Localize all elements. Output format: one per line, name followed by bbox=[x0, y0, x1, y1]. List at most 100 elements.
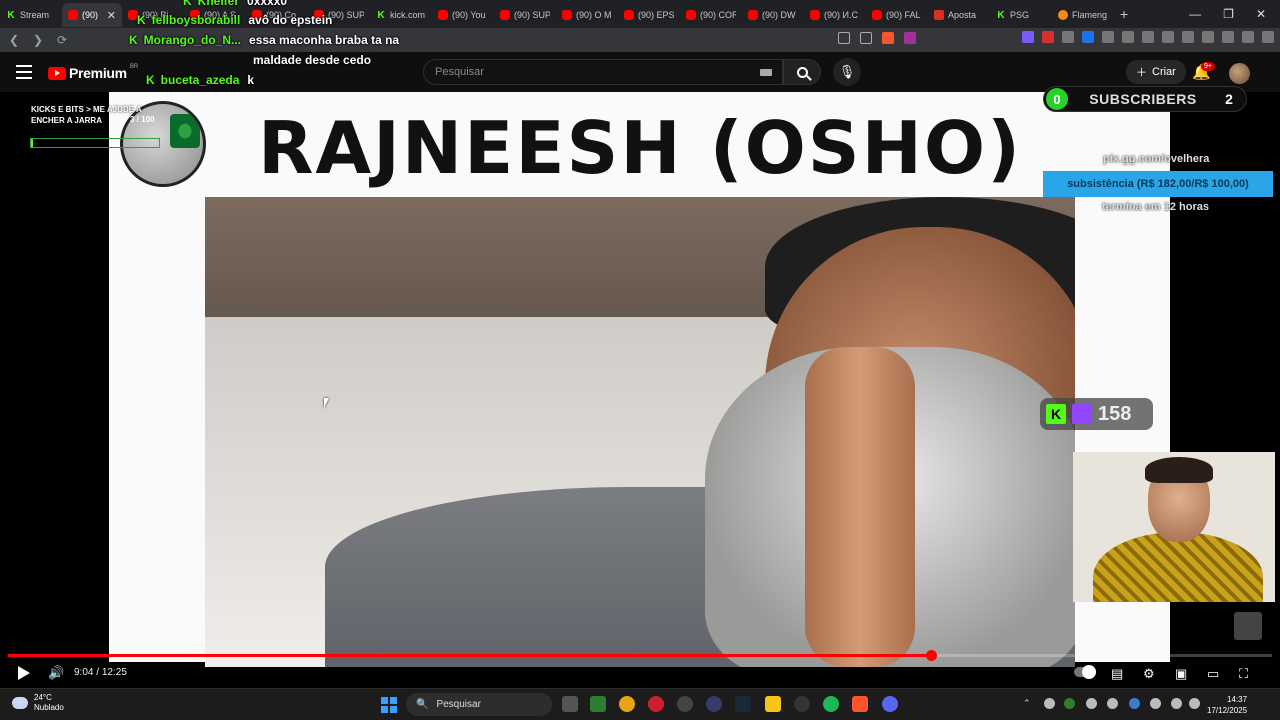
youtube-icon bbox=[872, 10, 882, 20]
youtube-icon bbox=[562, 10, 572, 20]
tray-icon[interactable] bbox=[1086, 698, 1097, 709]
browser-tab[interactable]: K PSG bbox=[990, 3, 1052, 27]
bluetooth-icon[interactable] bbox=[1129, 698, 1140, 709]
extension-icon[interactable] bbox=[1082, 31, 1094, 43]
share-icon[interactable] bbox=[860, 32, 872, 44]
system-clock[interactable]: 14:37 17/12/2025 bbox=[1207, 694, 1247, 716]
hamburger-menu-icon[interactable] bbox=[16, 65, 32, 83]
opera-icon[interactable] bbox=[648, 696, 664, 712]
folder-icon[interactable] bbox=[765, 696, 781, 712]
browser-tab[interactable]: Kkick.com bbox=[370, 3, 432, 27]
close-tab-icon[interactable]: ✕ bbox=[107, 9, 116, 22]
settings-icon[interactable]: ⚙ bbox=[1143, 666, 1155, 682]
volume-icon[interactable]: 🔊 bbox=[48, 665, 64, 681]
progress-bar[interactable] bbox=[8, 650, 1272, 661]
reload-icon[interactable]: ⟳ bbox=[52, 33, 72, 47]
video-photo bbox=[205, 197, 1075, 667]
brave-icon[interactable] bbox=[852, 696, 868, 712]
browser-tab[interactable]: (90) You bbox=[432, 3, 494, 27]
brave-shield-icon[interactable] bbox=[882, 32, 894, 44]
browser-tab[interactable]: (90) EPS bbox=[618, 3, 680, 27]
app-icon[interactable] bbox=[706, 696, 722, 712]
keyboard-icon[interactable] bbox=[760, 69, 772, 76]
browser-tab[interactable]: K Stream bbox=[0, 3, 62, 27]
windows-start-icon[interactable] bbox=[381, 697, 397, 713]
wallet-icon[interactable] bbox=[1202, 31, 1214, 43]
miniplayer-icon[interactable]: ▣ bbox=[1175, 666, 1187, 682]
extension-icon[interactable] bbox=[1142, 31, 1154, 43]
browser-tab[interactable]: (90) FAL bbox=[866, 3, 928, 27]
mouse-cursor bbox=[324, 398, 329, 408]
browser-tab[interactable]: (90) Co bbox=[246, 3, 308, 27]
browser-tab[interactable]: (90) O M bbox=[556, 3, 618, 27]
browser-tab[interactable]: (90) Bi bbox=[122, 3, 184, 27]
youtube-icon bbox=[686, 10, 696, 20]
time-display: 9:04 / 12:25 bbox=[74, 667, 127, 678]
video-player[interactable]: RAJNEESH (OSHO) KICKS E BITS > ME AJUDE … bbox=[0, 86, 1280, 688]
app-icon[interactable] bbox=[794, 696, 810, 712]
music-icon[interactable] bbox=[1162, 31, 1174, 43]
volume-icon[interactable] bbox=[1171, 698, 1182, 709]
tray-chevron-icon[interactable]: ⌃ bbox=[1023, 698, 1034, 709]
tab-label: (90) Co bbox=[266, 10, 297, 20]
tray-icon[interactable] bbox=[1107, 698, 1118, 709]
chrome-icon[interactable] bbox=[619, 696, 635, 712]
theater-mode-icon[interactable]: ▭ bbox=[1207, 666, 1219, 682]
play-icon[interactable] bbox=[18, 666, 30, 680]
sidebar-icon[interactable] bbox=[1182, 31, 1194, 43]
new-tab-button[interactable]: + bbox=[1120, 6, 1128, 22]
menu-icon[interactable] bbox=[1262, 31, 1274, 43]
extension-icon[interactable] bbox=[1102, 31, 1114, 43]
stream-title: RAJNEESH (OSHO) bbox=[257, 106, 1023, 190]
wifi-icon[interactable] bbox=[1150, 698, 1161, 709]
forward-icon[interactable]: ❯ bbox=[28, 33, 48, 47]
voice-search-button[interactable]: 🎙 bbox=[833, 58, 861, 86]
browser-tab[interactable]: (90) COR bbox=[680, 3, 742, 27]
vpn-icon[interactable] bbox=[1242, 31, 1254, 43]
subtitles-icon[interactable]: ▤ bbox=[1111, 666, 1123, 682]
download-icon[interactable] bbox=[1222, 31, 1234, 43]
browser-tab[interactable]: (90) DW bbox=[742, 3, 804, 27]
browser-tab[interactable]: (90) SUP bbox=[308, 3, 370, 27]
tray-icon[interactable] bbox=[1064, 698, 1075, 709]
browser-tab[interactable]: (90) SUP bbox=[494, 3, 556, 27]
autoplay-toggle[interactable] bbox=[1074, 665, 1096, 679]
browser-tab[interactable]: (90) A S bbox=[184, 3, 246, 27]
search-button[interactable] bbox=[783, 59, 821, 85]
task-view-icon[interactable] bbox=[562, 696, 578, 712]
minimize-icon[interactable]: — bbox=[1189, 7, 1201, 21]
extension-icon[interactable] bbox=[1022, 31, 1034, 43]
extension-icon[interactable] bbox=[1042, 31, 1054, 43]
spotify-icon[interactable] bbox=[823, 696, 839, 712]
app-icon[interactable] bbox=[677, 696, 693, 712]
browser-tab[interactable]: Flameng bbox=[1052, 3, 1114, 27]
goal-bar bbox=[30, 138, 160, 148]
cast-icon[interactable] bbox=[838, 32, 850, 44]
tab-label: (90) EPS bbox=[638, 10, 674, 20]
maximize-icon[interactable]: ❐ bbox=[1223, 7, 1234, 21]
extension-icon[interactable] bbox=[1062, 31, 1074, 43]
create-button[interactable]: ＋ Criar bbox=[1126, 60, 1186, 84]
brave-rewards-icon[interactable] bbox=[904, 32, 916, 44]
fullscreen-icon[interactable]: ⛶ bbox=[1239, 666, 1248, 682]
puzzle-icon[interactable] bbox=[1122, 31, 1134, 43]
youtube-logo[interactable]: Premium BR bbox=[48, 64, 138, 81]
browser-tab[interactable]: (90) И.С bbox=[804, 3, 866, 27]
youtube-icon bbox=[810, 10, 820, 20]
youtube-icon bbox=[252, 10, 262, 20]
battery-icon[interactable] bbox=[1189, 698, 1200, 709]
clock-time: 14:37 bbox=[1227, 695, 1248, 704]
browser-tab[interactable]: (90) ✕ bbox=[62, 3, 122, 27]
app-icon[interactable] bbox=[590, 696, 606, 712]
taskbar-search[interactable]: 🔍 Pesquisar bbox=[406, 693, 552, 716]
back-icon[interactable]: ❮ bbox=[4, 33, 24, 47]
tray-icon[interactable] bbox=[1044, 698, 1055, 709]
search-input[interactable]: Pesquisar bbox=[423, 59, 783, 85]
weather-widget[interactable]: 24°C Nublado bbox=[12, 693, 64, 713]
account-avatar[interactable] bbox=[1229, 63, 1250, 84]
browser-tab[interactable]: Aposta bbox=[928, 3, 990, 27]
cloud-icon bbox=[12, 697, 28, 709]
close-window-icon[interactable]: ✕ bbox=[1256, 7, 1266, 21]
steam-icon[interactable] bbox=[735, 696, 751, 712]
discord-icon[interactable] bbox=[882, 696, 898, 712]
